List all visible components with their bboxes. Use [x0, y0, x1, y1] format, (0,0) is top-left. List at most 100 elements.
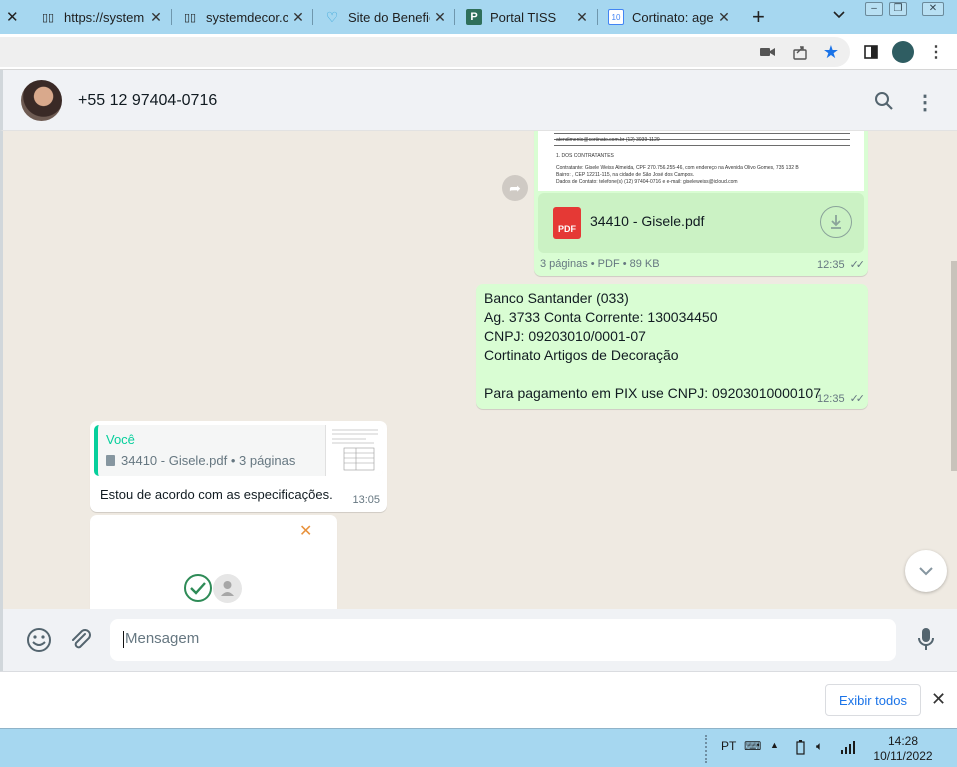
bookmark-star-icon[interactable]: ★	[822, 42, 840, 62]
keyboard-icon[interactable]: ⌨	[744, 739, 761, 753]
system-clock[interactable]: 14:28 10/11/2022	[866, 734, 940, 764]
incoming-reply-message[interactable]: Você 34410 - Gisele.pdf • 3 páginas Esto…	[90, 421, 387, 512]
tab-separator	[312, 9, 313, 25]
network-signal-icon[interactable]	[840, 740, 855, 757]
browser-tab-2[interactable]: ▯▯ systemdecor.co ✕	[182, 4, 306, 30]
pdf-file-icon: PDF	[553, 207, 581, 239]
show-all-downloads-button[interactable]: Exibir todos	[825, 684, 921, 716]
browser-menu-icon[interactable]: ⋮	[927, 43, 945, 61]
search-icon[interactable]	[873, 90, 895, 112]
preview-text: 1. DOS CONTRATANTES	[556, 153, 614, 159]
tray-expand-icon[interactable]: ▲	[770, 740, 779, 750]
clock-time: 14:28	[887, 734, 919, 748]
browser-tab-5[interactable]: 10 Cortinato: age ✕	[608, 4, 732, 30]
preview-text: Bairro: , CEP 12211-115, na cidade de Sã…	[556, 172, 695, 178]
close-icon[interactable]: ✕	[716, 9, 732, 26]
check-circle-icon	[183, 573, 213, 603]
quote-file: 34410 - Gisele.pdf • 3 páginas	[106, 453, 295, 468]
volume-icon[interactable]: 🔈︎	[816, 739, 823, 754]
tab-separator	[454, 9, 455, 25]
chat-messages[interactable]: ➦ atendimento@cortinato.com.br (12) 3939…	[0, 131, 957, 609]
message-timestamp: 12:35 ✓✓	[817, 392, 865, 405]
preview-rule	[554, 145, 850, 146]
microphone-icon[interactable]	[916, 626, 942, 652]
outgoing-text-message[interactable]: Banco Santander (033) Ag. 3733 Conta Cor…	[476, 284, 868, 409]
time-label: 12:35	[817, 393, 845, 405]
system-logo-icon: ▯▯	[183, 11, 197, 24]
close-window-icon[interactable]: ✕	[922, 2, 944, 16]
clock-date: 10/11/2022	[873, 749, 933, 763]
whatsapp-web: +55 12 97404-0716 ⋮ ➦ atendimento@cortin…	[0, 70, 957, 671]
preview-rule	[554, 133, 850, 134]
message-timestamp: 12:35 ✓✓	[817, 258, 866, 271]
chat-header[interactable]: +55 12 97404-0716 ⋮	[0, 70, 957, 131]
taskbar-grip	[705, 735, 711, 763]
document-preview[interactable]: atendimento@cortinato.com.br (12) 3939-1…	[538, 131, 864, 191]
address-bar-row: ★ ⋮	[0, 34, 957, 70]
minimize-window-icon[interactable]: –	[865, 2, 883, 16]
restore-window-icon[interactable]: ❐	[889, 2, 907, 16]
forward-icon[interactable]: ➦	[502, 175, 528, 201]
close-icon[interactable]: ✕	[290, 9, 306, 26]
message-input[interactable]: Mensagem	[110, 619, 896, 661]
profile-avatar[interactable]	[892, 41, 914, 63]
preview-text: Dados de Contato: telefone(s) (12) 97404…	[556, 179, 738, 185]
download-icon[interactable]	[820, 206, 852, 238]
message-line: Cortinato Artigos de Decoração	[484, 347, 679, 363]
close-tab-icon[interactable]: ✕	[6, 8, 19, 26]
preview-text: atendimento@cortinato.com.br (12) 3939-1…	[556, 137, 660, 143]
browser-tab-4[interactable]: P Portal TISS ✕	[466, 4, 590, 30]
close-icon[interactable]: ✕	[432, 9, 448, 26]
message-line: Para pagamento em PIX use CNPJ: 09203010…	[484, 385, 822, 401]
share-icon[interactable]	[791, 43, 809, 61]
message-line: Ag. 3733 Conta Corrente: 130034450	[484, 309, 718, 325]
contact-avatar[interactable]	[21, 80, 62, 121]
chat-menu-icon[interactable]: ⋮	[914, 90, 936, 114]
browser-tab-3[interactable]: ♡ Site do Benefic ✕	[324, 4, 448, 30]
close-download-bar-icon[interactable]: ✕	[931, 689, 946, 710]
file-name: 34410 - Gisele.pdf	[590, 213, 705, 229]
tab-title: Portal TISS	[490, 9, 557, 25]
quote-author: Você	[106, 432, 135, 447]
heart-outline-icon: ♡	[325, 8, 339, 25]
outgoing-document-message[interactable]: atendimento@cortinato.com.br (12) 3939-1…	[534, 131, 868, 276]
attach-clip-icon[interactable]	[68, 627, 94, 653]
p-logo-icon: P	[466, 9, 482, 25]
message-line: CNPJ: 09203010/0001-07	[484, 328, 646, 344]
user-placeholder-icon	[213, 574, 242, 603]
message-timestamp: 13:05	[352, 494, 380, 506]
read-ticks-icon: ✓✓	[849, 259, 866, 271]
omnibox[interactable]	[0, 37, 850, 67]
camera-icon[interactable]	[759, 43, 777, 61]
tab-search-chevron-icon[interactable]	[832, 8, 846, 22]
tab-separator	[597, 9, 598, 25]
message-text: Estou de acordo com as especificações.	[100, 487, 333, 502]
calendar-icon: 10	[608, 9, 624, 25]
tab-title: systemdecor.co	[206, 9, 288, 25]
quote-thumbnail	[325, 425, 383, 476]
close-icon[interactable]: ✕	[574, 9, 590, 26]
chat-scrollbar[interactable]	[951, 261, 957, 471]
taskbar: PT ⌨ ▲ 🔈︎ 14:28 10/11/2022	[0, 728, 957, 767]
system-logo-icon: ▯▯	[41, 11, 55, 24]
quoted-message[interactable]: Você 34410 - Gisele.pdf • 3 páginas	[94, 425, 383, 476]
emoji-icon[interactable]	[26, 627, 52, 653]
language-indicator[interactable]: PT	[721, 739, 736, 753]
scroll-down-icon[interactable]	[905, 550, 947, 592]
side-panel-icon[interactable]	[862, 43, 880, 61]
close-icon[interactable]: ✕	[299, 521, 312, 541]
message-line: Banco Santander (033)	[484, 290, 629, 306]
contact-name[interactable]: +55 12 97404-0716	[78, 92, 217, 110]
battery-icon[interactable]	[796, 740, 805, 758]
close-icon[interactable]: ✕	[148, 9, 164, 26]
file-meta: 3 páginas • PDF • 89 KB	[540, 258, 660, 270]
tab-separator	[171, 9, 172, 25]
file-attachment[interactable]: PDF 34410 - Gisele.pdf	[538, 193, 864, 253]
message-line	[484, 365, 860, 384]
message-composer: Mensagem	[0, 609, 957, 671]
message-placeholder: Mensagem	[125, 630, 200, 647]
download-bar: Exibir todos ✕	[0, 671, 957, 728]
new-tab-icon[interactable]: +	[752, 4, 765, 30]
incoming-card-message[interactable]: ✕	[90, 515, 337, 609]
browser-tab-1[interactable]: ▯▯ https://system ✕	[40, 4, 164, 30]
